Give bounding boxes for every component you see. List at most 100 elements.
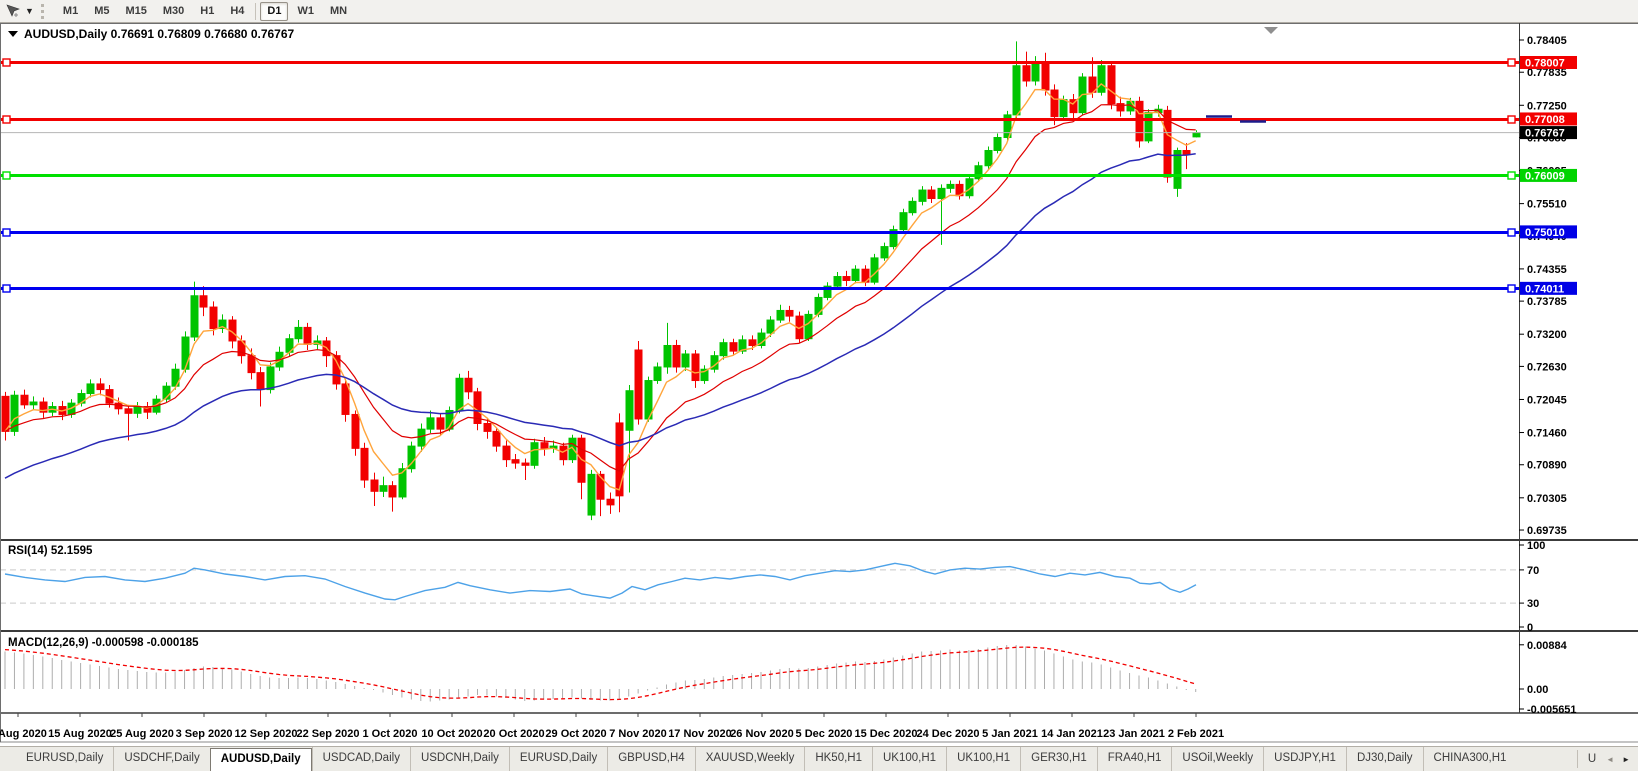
chart-canvas[interactable]: 0.784050.778350.772500.766800.760950.755… [0, 23, 1638, 746]
rsi-label: RSI(14) 52.1595 [8, 545, 93, 557]
toolbar: ▼ M1M5M15M30H1H4 D1W1MN [0, 0, 1638, 23]
candle-body [2, 396, 9, 431]
timeframe-button-m15[interactable]: M15 [118, 2, 153, 21]
macd-label: MACD(12,26,9) -0.000598 -0.000185 [8, 637, 199, 649]
candle-body [1136, 101, 1143, 141]
timeframe-button-h4[interactable]: H4 [223, 2, 251, 21]
chart-tab-eurusd-daily[interactable]: EURUSD,Daily [16, 747, 113, 771]
hline-handle[interactable] [3, 116, 10, 123]
tab-truncated[interactable]: U [1577, 750, 1602, 768]
candle-body [834, 277, 841, 287]
price-tick-label: 0.70890 [1527, 460, 1567, 472]
candle-body [248, 356, 255, 373]
candle-body [749, 340, 756, 346]
candle-body [427, 418, 434, 429]
candle-body [371, 480, 378, 491]
timeframe-button-d1[interactable]: D1 [260, 2, 288, 21]
chart-tab-gbpusd-h4[interactable]: GBPUSD,H4 [607, 747, 694, 771]
tab-scroll-right-icon[interactable]: ► [1618, 753, 1634, 766]
candle-body [456, 378, 463, 410]
price-tick-label: 0.74355 [1527, 264, 1567, 276]
hline-handle[interactable] [1508, 285, 1515, 292]
candle-body [947, 184, 954, 188]
hline-handle[interactable] [3, 172, 10, 179]
candle-body [1060, 100, 1067, 117]
crosshair-pointer-icon[interactable] [3, 2, 23, 20]
chart-tab-fra40-h1[interactable]: FRA40,H1 [1097, 747, 1172, 771]
ohlc-title: AUDUSD,Daily 0.76691 0.76809 0.76680 0.7… [24, 27, 295, 41]
macd-axis-label: -0.005651 [1527, 704, 1577, 716]
chart-tab-hk50-h1[interactable]: HK50,H1 [804, 747, 872, 771]
candle-body [682, 354, 689, 367]
timeframe-button-m30[interactable]: M30 [156, 2, 191, 21]
timeframe-button-mn[interactable]: MN [323, 2, 354, 21]
price-tick-label: 0.73785 [1527, 296, 1567, 308]
price-tick-label: 0.75510 [1527, 199, 1567, 211]
candle-body [1174, 150, 1181, 188]
price-badge-text: 0.74011 [1525, 283, 1564, 295]
chart-tab-dj30-daily[interactable]: DJ30,Daily [1346, 747, 1423, 771]
candle-body [465, 378, 472, 392]
hline-handle[interactable] [1508, 116, 1515, 123]
date-label: 7 Nov 2020 [609, 728, 666, 740]
chart-tab-usdchf-daily[interactable]: USDCHF,Daily [113, 747, 209, 771]
hline-handle[interactable] [3, 229, 10, 236]
chart-tab-uk100-h1[interactable]: UK100,H1 [872, 747, 946, 771]
price-tick-label: 0.72045 [1527, 394, 1567, 406]
chart-tab-ger30-h1[interactable]: GER30,H1 [1020, 747, 1097, 771]
candle-body [484, 423, 491, 431]
candle-body [616, 423, 623, 496]
date-label: 15 Aug 2020 [48, 728, 112, 740]
timeframe-button-h1[interactable]: H1 [193, 2, 221, 21]
chevron-down-icon[interactable]: ▼ [25, 6, 34, 16]
date-label: 20 Oct 2020 [483, 728, 544, 740]
date-label: 24 Dec 2020 [917, 728, 980, 740]
chart-tab-usdcnh-daily[interactable]: USDCNH,Daily [410, 747, 509, 771]
candle-body [87, 384, 94, 394]
macd-axis-label: 0.00884 [1527, 640, 1568, 652]
candle-body [597, 474, 604, 499]
hline-handle[interactable] [3, 59, 10, 66]
chart-tab-uk100-h1[interactable]: UK100,H1 [946, 747, 1020, 771]
candle-body [182, 337, 189, 369]
timeframe-button-m1[interactable]: M1 [56, 2, 85, 21]
tab-scroll-left-icon[interactable]: ◄ [1602, 753, 1618, 766]
chart-tab-usdcad-daily[interactable]: USDCAD,Daily [312, 747, 410, 771]
candle-body [560, 446, 567, 460]
price-badge-text: 0.76767 [1525, 128, 1565, 140]
tab-scroll-cluster: U ◄ ► [1571, 747, 1638, 771]
chart-tab-china300-h1[interactable]: CHINA300,H1 [1423, 747, 1517, 771]
timeframe-button-w1[interactable]: W1 [290, 2, 321, 21]
candle-body [437, 418, 444, 429]
timeframe-button-m5[interactable]: M5 [87, 2, 116, 21]
candle-body [1042, 63, 1049, 90]
candle-body [342, 384, 349, 415]
candle-body [380, 486, 387, 492]
candle-body [512, 460, 519, 463]
rsi-axis-label: 70 [1527, 565, 1539, 577]
date-label: 17 Nov 2020 [668, 728, 732, 740]
candle-body [115, 403, 122, 409]
date-label: 22 Sep 2020 [297, 728, 360, 740]
chart-tab-audusd-daily[interactable]: AUDUSD,Daily [210, 748, 312, 771]
price-tick-label: 0.78405 [1527, 35, 1567, 47]
chart-tab-usoil-weekly[interactable]: USOil,Weekly [1171, 747, 1263, 771]
price-tick-label: 0.73200 [1527, 329, 1567, 341]
hline-handle[interactable] [1508, 172, 1515, 179]
chart-tab-eurusd-daily[interactable]: EURUSD,Daily [509, 747, 607, 771]
candle-body [333, 356, 340, 384]
candle-body [389, 486, 396, 497]
candle-body [928, 190, 935, 198]
chart-tab-usdjpy-h1[interactable]: USDJPY,H1 [1263, 747, 1346, 771]
toolbar-grip[interactable] [41, 4, 48, 19]
hline-handle[interactable] [1508, 229, 1515, 236]
candle-body [635, 350, 642, 419]
hline-handle[interactable] [1508, 59, 1515, 66]
candle-body [295, 327, 302, 338]
candle-body [1108, 66, 1115, 104]
candle-body [493, 431, 500, 446]
chart-tab-xauusd-weekly[interactable]: XAUUSD,Weekly [695, 747, 805, 771]
rsi-axis-label: 100 [1527, 540, 1545, 552]
hline-handle[interactable] [3, 285, 10, 292]
candle-body [257, 373, 264, 390]
